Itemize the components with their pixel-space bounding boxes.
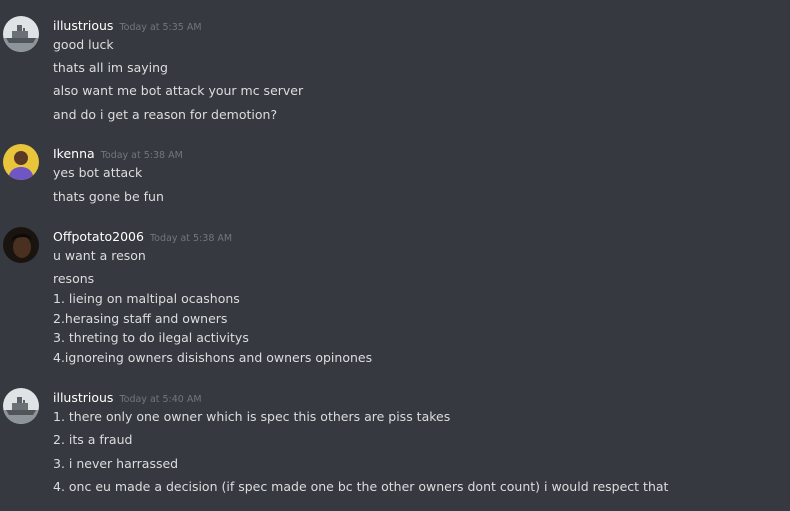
message-text: 2.herasing staff and owners (53, 311, 228, 326)
avatar[interactable] (3, 144, 39, 180)
username[interactable]: illustrious (53, 18, 113, 33)
username[interactable]: illustrious (53, 390, 113, 405)
timestamp: Today at 5:35 AM (119, 22, 202, 33)
message-text: 3. threting to do ilegal activitys (53, 330, 249, 345)
message-text: thats gone be fun (53, 189, 164, 204)
avatar[interactable] (3, 388, 39, 424)
avatar[interactable] (3, 227, 39, 263)
username[interactable]: Offpotato2006 (53, 229, 144, 244)
message-text: and do i get a reason for demotion? (53, 107, 278, 122)
message-text: u want a reson (53, 248, 146, 263)
message-text: resons (53, 271, 95, 286)
message-text: also want me bot attack your mc server (53, 83, 304, 98)
timestamp: Today at 5:38 AM (100, 150, 183, 161)
message-text: good luck (53, 37, 114, 52)
dark-face-icon (3, 227, 39, 263)
timestamp: Today at 5:38 AM (149, 233, 233, 244)
avatar[interactable] (3, 16, 39, 52)
ship-icon (3, 16, 39, 52)
timestamp: Today at 5:40 AM (119, 394, 202, 405)
message-text: 4.ignoreing owners disishons and owners … (53, 350, 373, 365)
username[interactable]: Ikenna (53, 146, 95, 161)
message-text: thats all im saying (53, 60, 168, 75)
person-icon (3, 144, 39, 180)
message-text: 4. onc eu made a decision (if spec made … (53, 479, 669, 494)
message-text: 3. i never harrassed (53, 456, 179, 471)
message-text: yes bot attack (53, 165, 143, 180)
message-text: 2. its a fraud (53, 432, 133, 447)
ship-icon (3, 388, 39, 424)
message-text: 1. lieing on maltipal ocashons (53, 291, 240, 306)
message-text: 1. there only one owner which is spec th… (53, 409, 451, 424)
